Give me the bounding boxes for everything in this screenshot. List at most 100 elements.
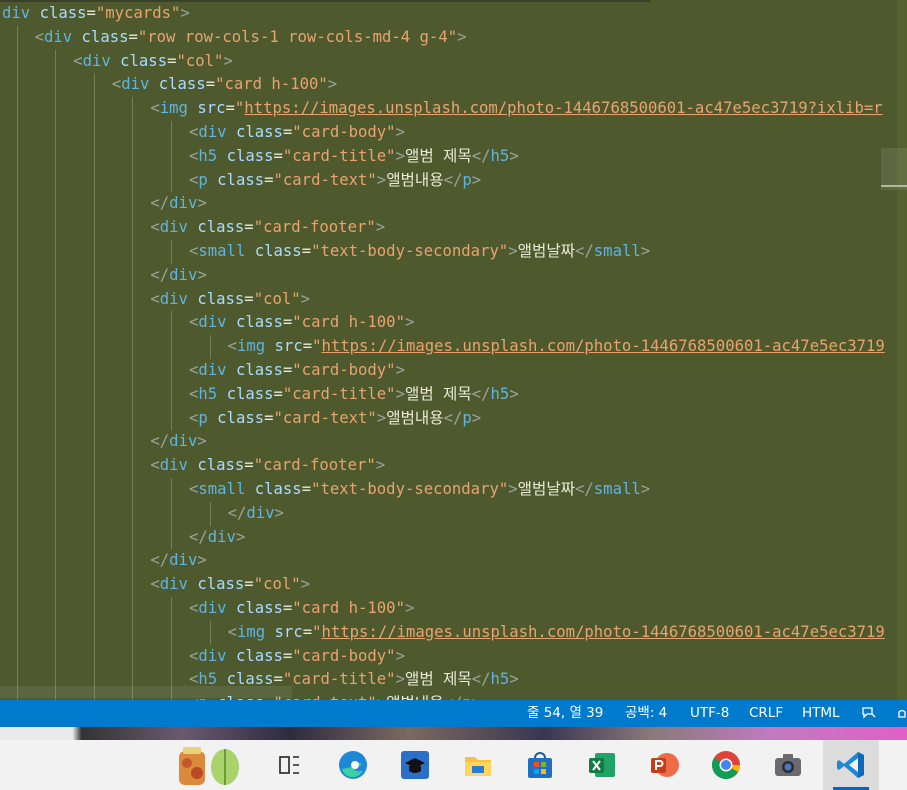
indent-guide: [55, 287, 57, 312]
code-line[interactable]: <div class="card h-100">: [0, 311, 897, 336]
code-line-content: </div>: [189, 526, 245, 550]
code-token: >: [640, 241, 651, 260]
vscode-icon[interactable]: [827, 745, 875, 785]
code-line-content: <div class="card-footer">: [150, 216, 385, 240]
code-token: div: [198, 313, 227, 332]
indent-guide: [55, 620, 57, 645]
scrollbar-thumb[interactable]: [881, 148, 907, 190]
code-line[interactable]: <div class="row row-cols-1 row-cols-md-4…: [0, 25, 897, 50]
indent-guide: [209, 620, 211, 645]
task-view-icon[interactable]: [266, 745, 314, 785]
code-line[interactable]: </div>: [0, 263, 897, 288]
chrome-icon[interactable]: [702, 745, 750, 785]
code-token: >: [197, 265, 207, 284]
indent-guide: [132, 358, 134, 383]
code-token: class: [217, 408, 265, 427]
code-line[interactable]: <h5 class="card-title">앨범 제목</h5>: [0, 382, 897, 407]
code-token: img: [236, 622, 266, 641]
code-token: "card-title": [282, 670, 396, 689]
code-line[interactable]: div class="mycards">: [0, 2, 897, 26]
code-line[interactable]: <small class="text-body-secondary">앨범날짜<…: [0, 477, 897, 502]
code-line[interactable]: </div>: [0, 430, 897, 455]
code-line[interactable]: <img src="https://images.unsplash.com/ph…: [0, 97, 897, 121]
notifications-bell-icon[interactable]: [898, 706, 907, 720]
code-line[interactable]: <div class="card h-100">: [0, 596, 897, 621]
code-line[interactable]: <div class="card-body">: [0, 120, 897, 145]
eol-setting[interactable]: CRLF: [749, 700, 783, 727]
code-line[interactable]: </div>: [0, 549, 897, 574]
indent-guide: [16, 216, 18, 240]
code-token: >: [471, 408, 482, 427]
code-line[interactable]: <div class="card-body">: [0, 358, 897, 383]
edge-icon[interactable]: [329, 745, 377, 785]
code-line[interactable]: <div class="col">: [0, 287, 897, 312]
indent-guide: [132, 192, 134, 217]
code-token: >: [404, 313, 415, 332]
code-line[interactable]: <p class="card-text">앨범내용</p>: [0, 168, 897, 193]
indent-guide: [132, 311, 134, 336]
code-line[interactable]: <h5 class="card-title">앨범 제목</h5>: [0, 144, 897, 169]
code-token: <: [34, 27, 44, 46]
code-token: class: [217, 170, 265, 189]
code-editor[interactable]: div class="mycards"> <div class="row row-…: [0, 0, 907, 700]
code-token: >: [376, 408, 387, 427]
code-lines[interactable]: div class="mycards"> <div class="row row-…: [0, 2, 897, 700]
code-line[interactable]: <p class="card-text">앨범내용</p>: [0, 406, 897, 431]
code-line[interactable]: <img src="https://images.unsplash.com/ph…: [0, 620, 897, 645]
code-line[interactable]: </div>: [0, 192, 897, 217]
code-line-content: <div class="col">: [150, 573, 310, 597]
indent-guide: [16, 573, 18, 597]
code-token: "card-title": [282, 384, 396, 403]
code-token: "row row-cols-1 row-cols-md-4 g-4": [137, 27, 458, 46]
indent-guide: [16, 192, 18, 217]
code-line[interactable]: <div class="card-footer">: [0, 216, 897, 240]
horizontal-scrollbar[interactable]: [0, 686, 292, 698]
code-line[interactable]: <small class="text-body-secondary">앨범날짜<…: [0, 239, 897, 264]
code-token: div: [121, 75, 150, 94]
code-token: div: [207, 527, 236, 546]
code-token: </: [471, 670, 491, 689]
language-mode[interactable]: HTML: [802, 700, 840, 727]
code-token: <: [189, 360, 199, 379]
file-explorer-icon[interactable]: [454, 745, 502, 785]
code-token: =: [301, 241, 312, 260]
code-token: https://images.unsplash.com/photo-144676…: [244, 99, 883, 118]
pickles-sticker-icon[interactable]: [172, 745, 254, 785]
code-token: <: [189, 313, 199, 332]
indent-guide: [132, 168, 134, 193]
code-line[interactable]: <div class="card-body">: [0, 644, 897, 669]
scrollbar-cursor-marker: [881, 185, 907, 187]
cursor-position[interactable]: 줄 54, 열 39: [527, 700, 603, 727]
code-token: </: [443, 408, 463, 427]
camera-icon[interactable]: [764, 745, 812, 785]
code-token: class: [226, 384, 274, 403]
code-line[interactable]: <div class="col">: [0, 49, 897, 74]
feedback-icon[interactable]: [861, 705, 877, 721]
code-token: class: [235, 360, 283, 379]
code-line[interactable]: <div class="card h-100">: [0, 73, 897, 98]
encoding-setting[interactable]: UTF-8: [690, 700, 729, 727]
excel-icon[interactable]: [578, 745, 626, 785]
code-line[interactable]: <img src="https://images.unsplash.com/ph…: [0, 335, 897, 359]
indentation-setting[interactable]: 공백: 4: [625, 700, 667, 727]
indent-guide: [55, 454, 57, 478]
code-line[interactable]: </div>: [0, 501, 897, 526]
graduation-cap-icon[interactable]: [391, 745, 439, 785]
code-token: div: [2, 4, 31, 22]
indent-guide: [16, 311, 18, 336]
code-line[interactable]: <div class="col">: [0, 573, 897, 597]
code-token: class: [39, 4, 87, 22]
indent-guide: [132, 620, 134, 645]
powerpoint-icon[interactable]: [640, 745, 688, 785]
indent-guide: [171, 239, 172, 264]
code-token: >: [508, 479, 518, 498]
code-line[interactable]: </div>: [0, 525, 897, 550]
code-line[interactable]: <div class="card-footer">: [0, 454, 897, 478]
microsoft-store-icon[interactable]: [516, 745, 564, 785]
indent-guide: [55, 73, 57, 98]
vertical-scrollbar[interactable]: [897, 0, 907, 700]
